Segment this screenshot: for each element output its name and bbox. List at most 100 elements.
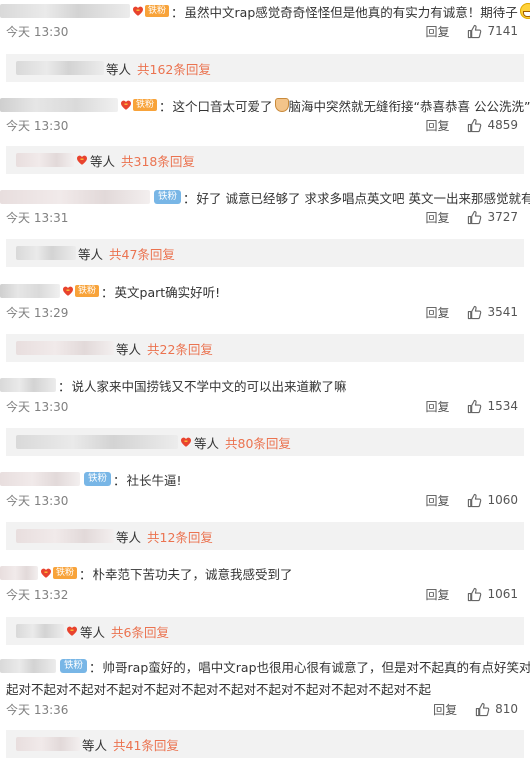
- more-replies-bar[interactable]: 等人 共12条回复: [6, 522, 524, 550]
- more-replies-bar[interactable]: 等人 共162条回复: [6, 54, 524, 82]
- thumbs-up-icon: [467, 210, 487, 225]
- comment-meta: 今天 13:32 回复 1061: [6, 585, 518, 603]
- more-replies-bar[interactable]: 等人 共22条回复: [6, 334, 524, 362]
- like-button[interactable]: 3541: [467, 305, 518, 320]
- author-name[interactable]: [0, 472, 80, 486]
- comment-text-line: 铁粉：朴幸范下苦功夫了，诚意我感受到了: [0, 562, 293, 584]
- replies-prefix: 等人: [78, 246, 104, 262]
- replier-names: [16, 624, 64, 638]
- reply-button[interactable]: 回复: [425, 304, 449, 321]
- replies-count-link[interactable]: 共318条回复: [121, 151, 195, 170]
- more-replies-bar[interactable]: 等人 共318条回复: [6, 146, 524, 174]
- comment-item: 铁粉：好了 诚意已经够了 求求多唱点英文吧 英文一出来那感觉就有了 今天 13:3…: [0, 186, 530, 269]
- reply-button[interactable]: 回复: [433, 701, 457, 718]
- comment-text: 朴幸范下苦功夫了，诚意我感受到了: [92, 566, 293, 582]
- iron-fan-badge[interactable]: 铁粉: [154, 190, 182, 204]
- author-name[interactable]: [0, 190, 150, 204]
- colon-separator: ：: [79, 566, 92, 582]
- fan-badge[interactable]: 铁粉: [120, 99, 158, 111]
- fan-badge-label: 铁粉: [145, 5, 170, 17]
- like-count: 3541: [487, 305, 518, 319]
- timestamp: 今天 13:30: [6, 493, 69, 508]
- fan-badge: [76, 154, 88, 166]
- reply-button[interactable]: 回复: [425, 209, 449, 226]
- like-button[interactable]: 1061: [467, 587, 518, 602]
- like-button[interactable]: 3727: [467, 210, 518, 225]
- like-button[interactable]: 1060: [467, 493, 518, 508]
- comment-text: 说人家来中国捞钱又不学中文的可以出来道歉了嘛: [71, 378, 347, 394]
- fan-badge[interactable]: 铁粉: [40, 567, 78, 579]
- colon-separator: ：: [58, 378, 71, 394]
- iron-fan-badge[interactable]: 铁粉: [60, 659, 88, 673]
- author-name[interactable]: [0, 284, 60, 298]
- replies-prefix: 等人: [90, 153, 116, 169]
- comment-meta: 今天 13:31 回复 3727: [6, 208, 518, 226]
- like-count: 7141: [487, 24, 518, 38]
- like-button[interactable]: 810: [475, 702, 518, 717]
- comment-text: 虽然中文rap感觉奇奇怪怪但是他真的有实力有诚意！期待子: [184, 4, 518, 20]
- fan-badge[interactable]: 铁粉: [62, 285, 100, 297]
- comment-text-line: 起对不起对不起对不起对不起对不起对不起对不起对不起对不起对不起对不起: [6, 677, 431, 699]
- like-count: 1060: [487, 493, 518, 507]
- author-name[interactable]: [0, 378, 56, 392]
- heart-icon: [76, 154, 88, 166]
- colon-separator: ：: [89, 659, 102, 675]
- like-count: 1061: [487, 587, 518, 601]
- fan-badge: [180, 436, 192, 448]
- reply-button[interactable]: 回复: [425, 398, 449, 415]
- reply-button[interactable]: 回复: [425, 492, 449, 509]
- timestamp: 今天 13:32: [6, 587, 69, 602]
- pray-emoji-icon: [274, 98, 289, 112]
- comment-text-line: 铁粉：这个口音太可爱了 脑海中突然就无缝衔接“恭喜恭喜 公公洗洗”: [0, 94, 530, 116]
- replies-count-link[interactable]: 共162条回复: [137, 59, 211, 78]
- replies-count-link[interactable]: 共12条回复: [147, 527, 213, 546]
- author-name[interactable]: [0, 566, 38, 580]
- comment-text: 这个口音太可爱了: [172, 98, 273, 114]
- comment-text: 社长牛逼!: [126, 472, 182, 488]
- more-replies-bar[interactable]: 等人 共6条回复: [6, 617, 524, 645]
- comment-meta: 今天 13:29 回复 3541: [6, 303, 518, 321]
- comment-text-line: 铁粉：好了 诚意已经够了 求求多唱点英文吧 英文一出来那感觉就有了: [0, 186, 530, 208]
- replies-prefix: 等人: [82, 737, 108, 753]
- like-button[interactable]: 7141: [467, 24, 518, 39]
- comment-meta: 今天 13:30 回复 4859: [6, 116, 518, 134]
- author-name[interactable]: [0, 4, 130, 18]
- replies-count-link[interactable]: 共41条回复: [113, 735, 179, 754]
- comment-text-line: 铁粉：社长牛逼!: [0, 468, 182, 490]
- grin-emoji-icon: [519, 3, 530, 19]
- author-name[interactable]: [0, 98, 118, 112]
- replies-count-link[interactable]: 共22条回复: [147, 339, 213, 358]
- replies-count-link[interactable]: 共47条回复: [109, 244, 175, 263]
- comment-item: 铁粉：英文part确实好听! 今天 13:29 回复 3541 等人 共22条回复: [0, 280, 530, 364]
- author-name[interactable]: [0, 659, 56, 673]
- like-button[interactable]: 4859: [467, 118, 518, 133]
- more-replies-bar[interactable]: 等人 共80条回复: [6, 428, 524, 456]
- comment-item: 铁粉：帅哥rap蛮好的，唱中文rap也很用心很有诚意了，但是对不起真的有点好笑对…: [0, 655, 530, 758]
- thumbs-up-icon: [467, 399, 487, 414]
- comment-text-line: 铁粉：虽然中文rap感觉奇奇怪怪但是他真的有实力有诚意！期待子: [0, 0, 530, 22]
- heart-icon: [40, 567, 52, 579]
- heart-icon: [120, 99, 132, 111]
- more-replies-bar[interactable]: 等人 共41条回复: [6, 730, 524, 758]
- comment-item: 铁粉：这个口音太可爱了 脑海中突然就无缝衔接“恭喜恭喜 公公洗洗” 今天 13:30…: [0, 94, 530, 176]
- replies-count-link[interactable]: 共6条回复: [111, 622, 169, 641]
- reply-button[interactable]: 回复: [425, 23, 449, 40]
- iron-fan-badge[interactable]: 铁粉: [84, 472, 112, 486]
- more-replies-bar[interactable]: 等人 共47条回复: [6, 239, 524, 267]
- colon-separator: ：: [159, 98, 172, 114]
- like-count: 4859: [487, 118, 518, 132]
- like-button[interactable]: 1534: [467, 399, 518, 414]
- comment-meta: 今天 13:30 回复 1534: [6, 397, 518, 415]
- comment-meta: 今天 13:30 回复 7141: [6, 22, 518, 40]
- reply-button[interactable]: 回复: [425, 586, 449, 603]
- replier-names: [16, 153, 74, 167]
- replies-count-link[interactable]: 共80条回复: [225, 433, 291, 452]
- timestamp: 今天 13:30: [6, 399, 69, 414]
- reply-button[interactable]: 回复: [425, 117, 449, 134]
- fan-badge-label: 铁粉: [75, 285, 100, 297]
- fan-badge[interactable]: 铁粉: [132, 5, 170, 17]
- thumbs-up-icon: [467, 305, 487, 320]
- replies-prefix: 等人: [106, 61, 132, 77]
- comment-text-continued: 脑海中突然就无缝衔接“恭喜恭喜 公公洗洗”: [288, 98, 530, 114]
- colon-separator: ：: [113, 472, 126, 488]
